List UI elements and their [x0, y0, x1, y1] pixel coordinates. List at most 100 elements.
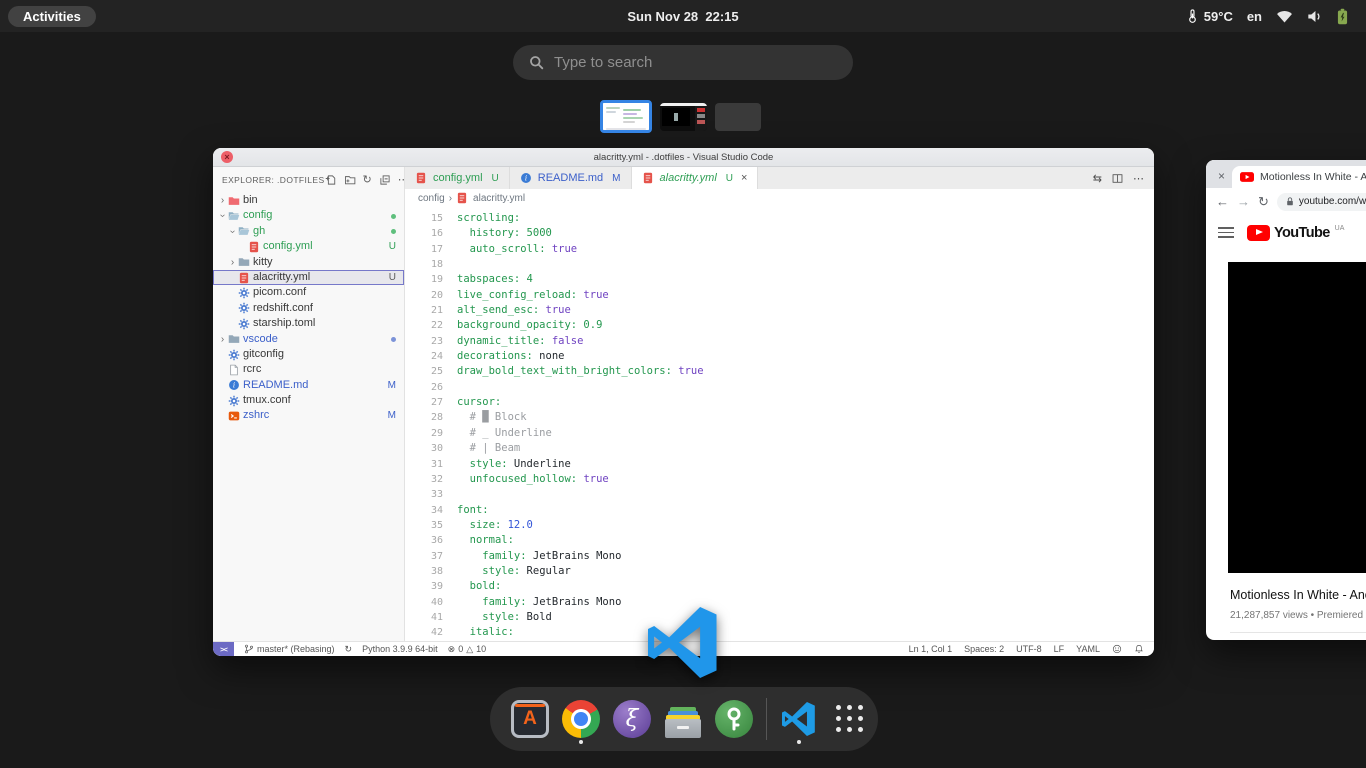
folder-red-icon — [228, 195, 243, 207]
battery-charging-icon[interactable] — [1337, 8, 1348, 25]
clock[interactable]: Sun Nov 28 22:15 — [0, 9, 1366, 24]
feedback-icon[interactable] — [1112, 644, 1122, 654]
tree-item-config[interactable]: ›config — [213, 208, 404, 223]
gnome-activities-overview: Activities Sun Nov 28 22:15 59°C en Type… — [0, 0, 1366, 768]
app-grid-icon — [836, 705, 864, 733]
tree-item-zshrc[interactable]: zshrcM — [213, 408, 404, 423]
editor-area: config.yml U i README.md M alacritty.yml… — [405, 167, 1154, 641]
dock-item-vscode[interactable] — [780, 696, 818, 742]
collapse-folders-icon[interactable] — [379, 174, 391, 186]
vscode-app-icon[interactable] — [648, 607, 719, 678]
tab-dirty-badge: U — [726, 173, 733, 184]
dock-separator — [766, 698, 767, 740]
chrome-active-tab[interactable]: Motionless In White - An — [1232, 166, 1366, 188]
eol-status[interactable]: LF — [1054, 644, 1065, 654]
tab-title: Motionless In White - An — [1260, 171, 1366, 183]
search-bar[interactable]: Type to search — [513, 45, 853, 80]
dock-item-passwords[interactable] — [715, 696, 753, 742]
tree-item-redshift.conf[interactable]: redshift.conf — [213, 301, 404, 316]
background-tab-close-icon[interactable]: × — [1218, 169, 1225, 183]
gear-icon — [228, 349, 243, 361]
tree-item-tmux.conf[interactable]: tmux.conf — [213, 393, 404, 408]
gear-icon — [238, 302, 253, 314]
reload-icon[interactable]: ↻ — [1258, 195, 1269, 208]
git-status-badge: U — [389, 239, 396, 254]
notifications-bell-icon[interactable] — [1134, 644, 1144, 654]
open-changes-icon[interactable]: ⇆ — [1093, 172, 1102, 185]
new-file-icon[interactable] — [325, 174, 337, 186]
mini-vscode-preview — [603, 103, 649, 130]
remote-indicator[interactable]: >< — [213, 642, 234, 657]
language-mode-status[interactable]: YAML — [1076, 644, 1100, 654]
tree-item-label: redshift.conf — [253, 301, 396, 316]
tree-item-kitty[interactable]: ›kitty — [213, 255, 404, 270]
youtube-video-player[interactable] — [1228, 262, 1366, 573]
breadcrumb-file[interactable]: alacritty.yml — [473, 193, 525, 204]
folder-icon — [238, 256, 253, 268]
system-status-area[interactable]: 59°C en — [1186, 7, 1366, 25]
dock-item-emacs[interactable]: ξ — [613, 696, 651, 742]
wifi-icon[interactable] — [1276, 10, 1293, 23]
problems-status[interactable]: ⊗ 0 △ 10 — [448, 644, 487, 655]
dock-item-files[interactable] — [664, 696, 702, 742]
workspace-thumbnail-1[interactable] — [600, 100, 652, 133]
temperature-value: 59°C — [1204, 9, 1233, 24]
address-bar[interactable]: youtube.com/wa — [1277, 193, 1366, 211]
cursor-position-status[interactable]: Ln 1, Col 1 — [909, 644, 953, 654]
back-icon[interactable]: ← — [1216, 195, 1229, 208]
breadcrumb-folder[interactable]: config — [418, 193, 445, 204]
editor-more-actions-icon[interactable]: ⋯ — [1133, 172, 1144, 185]
youtube-logo[interactable]: YouTube UA — [1247, 225, 1344, 241]
workspace-thumbnail-3[interactable] — [715, 103, 761, 131]
tree-item-gitconfig[interactable]: gitconfig — [213, 347, 404, 362]
tree-item-label: gitconfig — [243, 347, 396, 362]
tree-item-starship.toml[interactable]: starship.toml — [213, 316, 404, 331]
git-branch-status[interactable]: master* (Rebasing) — [244, 644, 335, 654]
encoding-status[interactable]: UTF-8 — [1016, 644, 1042, 654]
vscode-titlebar[interactable]: × alacritty.yml - .dotfiles - Visual Stu… — [213, 148, 1154, 167]
activities-button[interactable]: Activities — [8, 6, 96, 27]
tree-item-label: kitty — [253, 255, 396, 270]
tree-item-label: config — [243, 208, 387, 223]
code-line: 24decorations: none — [405, 349, 1154, 364]
breadcrumb[interactable]: config › alacritty.yml — [405, 189, 1154, 207]
tree-item-picom.conf[interactable]: picom.conf — [213, 285, 404, 300]
code-line: 36 normal: — [405, 533, 1154, 548]
errors-icon: ⊗ — [448, 644, 456, 655]
code-line: 15scrolling: — [405, 211, 1154, 226]
tab-alacritty-yml[interactable]: alacritty.yml U × — [632, 167, 759, 189]
git-branch-icon — [244, 644, 254, 654]
volume-icon[interactable] — [1307, 10, 1323, 23]
split-editor-icon[interactable] — [1112, 173, 1123, 184]
explorer-more-actions-icon[interactable]: ⋯ — [398, 175, 405, 186]
keyboard-layout-indicator[interactable]: en — [1247, 9, 1262, 24]
tree-item-vscode[interactable]: ›vscode — [213, 332, 404, 347]
workspace-thumbnail-2[interactable] — [660, 103, 707, 131]
chrome-window: × Motionless In White - An ← → ↻ youtube… — [1206, 160, 1366, 640]
tree-item-README.md[interactable]: iREADME.mdM — [213, 378, 404, 393]
code-line: 28 # █ Block — [405, 410, 1154, 425]
sync-icon[interactable]: ↻ — [345, 644, 353, 655]
dock-item-alacritty[interactable]: A — [511, 696, 549, 742]
tab-readme-md[interactable]: i README.md M — [510, 167, 632, 189]
forward-icon[interactable]: → — [1237, 195, 1250, 208]
tab-config-yml[interactable]: config.yml U — [405, 167, 510, 189]
tab-close-icon[interactable]: × — [741, 172, 747, 184]
new-folder-icon[interactable] — [344, 174, 356, 186]
python-interpreter-status[interactable]: Python 3.9.9 64-bit — [362, 644, 438, 654]
tree-item-label: vscode — [243, 332, 387, 347]
tree-item-bin[interactable]: ›bin — [213, 193, 404, 208]
git-status-badge: M — [388, 378, 396, 393]
tree-item-alacritty.yml[interactable]: alacritty.ymlU — [213, 270, 404, 285]
dock-item-chrome[interactable] — [562, 696, 600, 742]
refresh-explorer-icon[interactable]: ↻ — [363, 175, 372, 186]
tree-item-config.yml[interactable]: config.ymlU — [213, 239, 404, 254]
indentation-status[interactable]: Spaces: 2 — [964, 644, 1004, 654]
tree-item-gh[interactable]: ›gh — [213, 224, 404, 239]
tree-item-rcrc[interactable]: rcrc — [213, 362, 404, 377]
dock-item-app-grid[interactable] — [831, 696, 869, 742]
code-line: 22background_opacity: 0.9 — [405, 318, 1154, 333]
code-editor[interactable]: 15scrolling:16 history: 500017 auto_scro… — [405, 207, 1154, 641]
youtube-favicon — [1240, 172, 1254, 182]
hamburger-menu-icon[interactable] — [1218, 227, 1234, 238]
